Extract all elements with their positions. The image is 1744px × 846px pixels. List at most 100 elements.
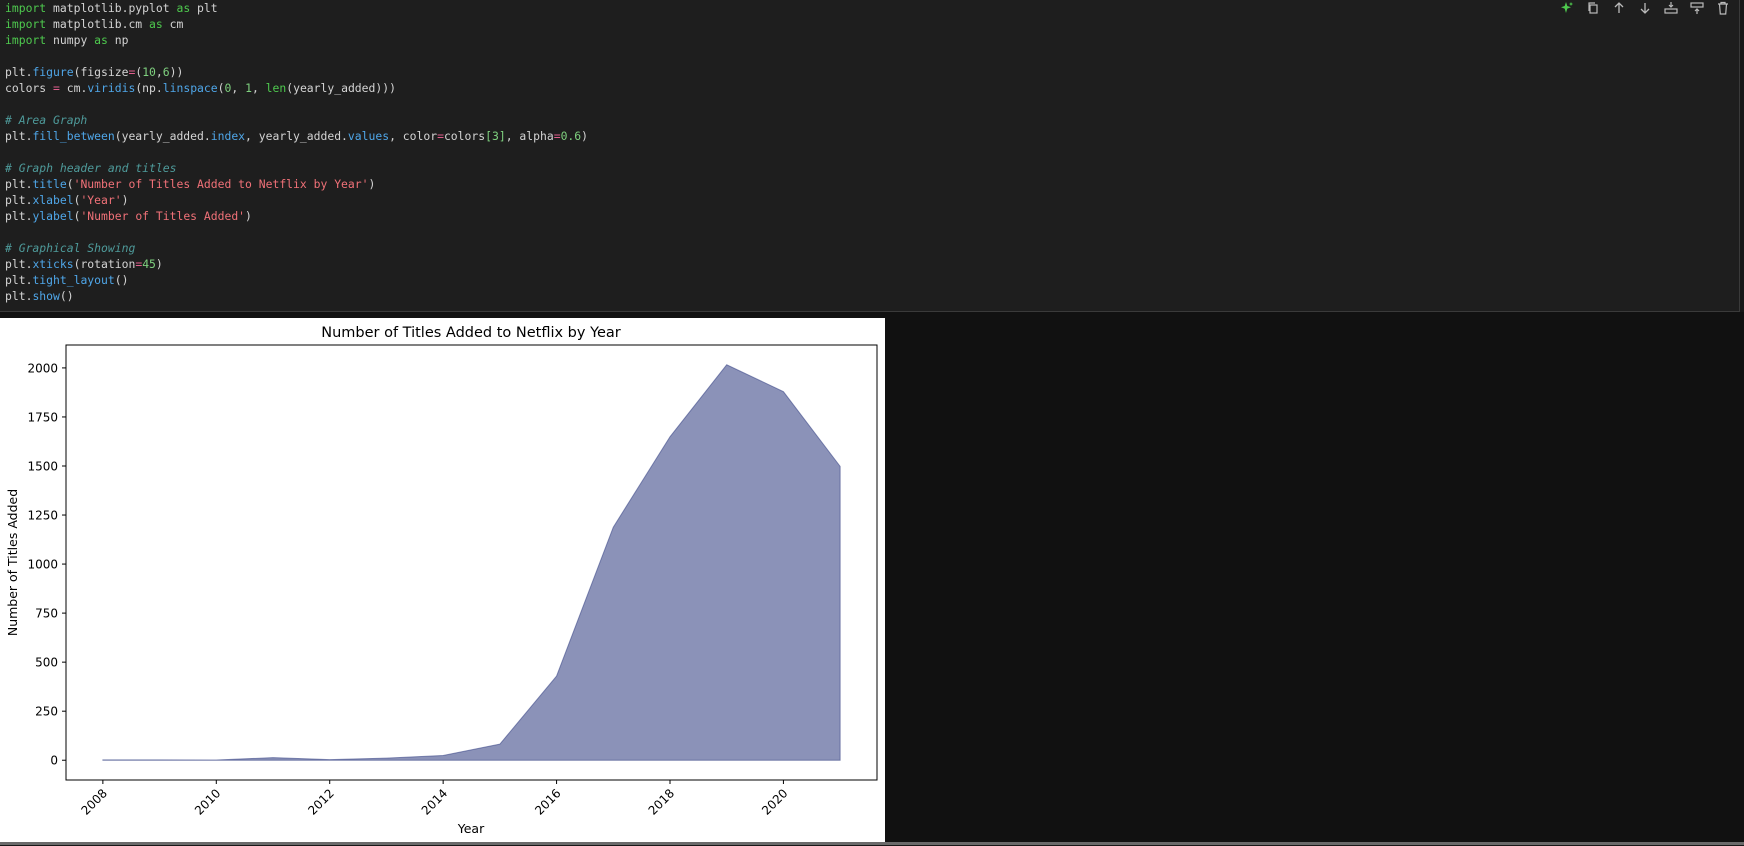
function-name: show [32,289,59,303]
number: 6 [163,65,170,79]
string-literal: 'Number of Titles Added' [80,209,245,223]
code-text: plt. [5,193,32,207]
function-name: xlabel [32,193,73,207]
x-tick-label: 2008 [78,786,109,817]
x-tick-label: 2018 [646,786,677,817]
code-text: plt. [5,129,32,143]
function-name: title [32,177,66,191]
chart-marks [103,365,840,760]
code-text: , [156,65,163,79]
insert-above-icon[interactable] [1689,0,1705,16]
code-text: colors [5,81,53,95]
number: 0.6 [561,129,582,143]
code-cell[interactable]: import matplotlib.pyplot as plt import m… [0,0,1740,312]
code-text: plt. [5,177,32,191]
code-text: ) [368,177,375,191]
function-name: figure [32,65,73,79]
code-text: plt. [5,289,32,303]
code-line-12: plt.title('Number of Titles Added to Net… [5,176,375,192]
code-text: cm. [60,81,87,95]
x-tick-label: 2010 [192,786,223,817]
insert-below-icon[interactable] [1663,0,1679,16]
number: 1 [245,81,252,95]
y-tick-label: 250 [35,705,58,719]
function-name: xticks [32,257,73,271]
code-line-5: plt.figure(figsize=(10,6)) [5,64,183,80]
code-text: () [115,273,129,287]
code-line-18: plt.tight_layout() [5,272,128,288]
code-line-3: import numpy as np [5,32,128,48]
operator: = [437,129,444,143]
keyword: import [5,33,46,47]
code-text: plt. [5,209,32,223]
builtin-name: len [266,81,287,95]
code-text: plt. [5,273,32,287]
x-tick-label: 2020 [759,786,790,817]
area-series [103,365,840,760]
y-tick-label: 500 [35,656,58,670]
string-literal: 'Number of Titles Added to Netflix by Ye… [74,177,369,191]
y-tick-label: 0 [50,754,58,768]
code-text: matplotlib.cm [46,17,149,31]
code-text: ) [581,129,588,143]
y-tick-label: 750 [35,607,58,621]
code-line-14: plt.ylabel('Number of Titles Added') [5,208,252,224]
y-tick-label: 1500 [27,459,58,473]
y-tick-label: 2000 [27,361,58,375]
code-line-2: import matplotlib.cm as cm [5,16,183,32]
code-text: ) [122,193,129,207]
code-line-1: import matplotlib.pyplot as plt [5,0,218,16]
code-text: numpy [46,33,94,47]
code-text: plt. [5,257,32,271]
x-tick-label: 2016 [532,786,563,817]
code-line-9: plt.fill_between(yearly_added.index, yea… [5,128,588,144]
arrow-down-icon[interactable] [1637,0,1653,16]
code-comment: # Area Graph [5,112,87,128]
code-text: plt. [5,65,32,79]
code-text: , color [389,129,437,143]
code-text: colors [444,129,485,143]
cell-toolbar [1559,0,1731,16]
code-line-19: plt.show() [5,288,74,304]
code-text: (np. [135,81,162,95]
x-axis: 2008 2010 2012 2014 2016 2018 2020 [78,780,790,818]
code-text: ( [67,177,74,191]
code-text: ) [245,209,252,223]
number: 10 [142,65,156,79]
y-tick-label: 1750 [27,410,58,424]
function-name: viridis [87,81,135,95]
operator: = [53,81,60,95]
function-name: tight_layout [32,273,114,287]
y-tick-label: 1250 [27,509,58,523]
x-axis-label: Year [457,821,485,836]
area-chart: Number of Titles Added to Netflix by Yea… [0,318,885,842]
trash-icon[interactable] [1715,0,1731,16]
y-axis-label: Number of Titles Added [5,489,20,636]
y-axis: 0 250 500 750 1000 1250 1500 1750 2000 [27,361,66,767]
attribute-name: values [348,129,389,143]
code-text: cm [163,17,184,31]
code-comment: # Graphical Showing [5,240,135,256]
keyword: import [5,17,46,31]
code-text: ) [156,257,163,271]
code-text: (rotation [74,257,136,271]
code-text: (yearly_added. [115,129,211,143]
string-literal: 'Year' [80,193,121,207]
code-text: (figsize [74,65,129,79]
code-line-6: colors = cm.viridis(np.linspace(0, 1, le… [5,80,396,96]
x-tick-label: 2014 [419,786,450,817]
code-comment: # Graph header and titles [5,160,176,176]
sparkle-icon[interactable] [1559,0,1575,16]
code-text: ( [218,81,225,95]
code-text: (yearly_added))) [286,81,396,95]
code-text: , yearly_added. [245,129,348,143]
arrow-up-icon[interactable] [1611,0,1627,16]
keyword: as [149,17,163,31]
copy-icon[interactable] [1585,0,1601,16]
number: [3] [485,129,506,143]
keyword: as [176,1,190,15]
y-tick-label: 1000 [27,558,58,572]
code-line-13: plt.xlabel('Year') [5,192,128,208]
code-text: plt [190,1,217,15]
x-tick-label: 2012 [305,786,336,817]
